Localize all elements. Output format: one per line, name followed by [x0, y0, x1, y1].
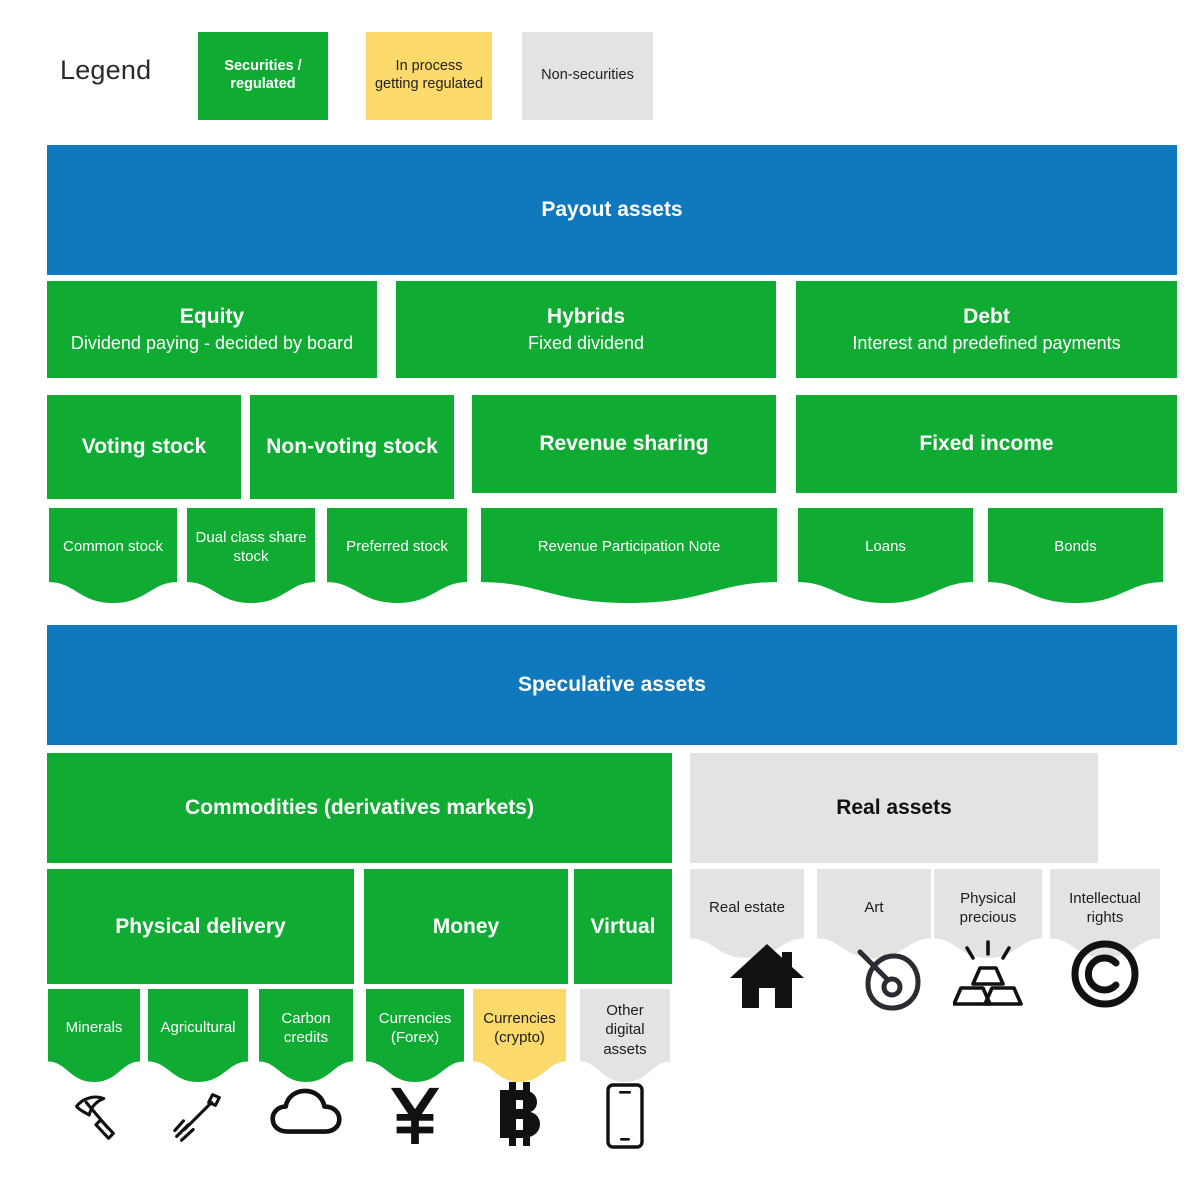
subcategory-title: Non-voting stock — [266, 435, 438, 458]
yen-icon — [366, 1082, 464, 1152]
leaf-dual-class-share-stock: Dual class share stock — [187, 508, 315, 603]
leaf-minerals: Minerals — [48, 989, 140, 1082]
leaf-label: Currencies (crypto) — [483, 1009, 556, 1046]
section-band-label: Speculative assets — [518, 673, 706, 696]
palette-icon — [832, 944, 946, 1014]
legend-title: Legend — [60, 55, 152, 85]
pitchfork-icon — [148, 1085, 248, 1155]
category-real-assets: Real assets — [690, 753, 1098, 863]
pickaxe-icon — [48, 1085, 140, 1155]
section-band-label: Payout assets — [541, 198, 683, 221]
subcategory-title: Money — [432, 914, 500, 938]
category-subtitle: Fixed dividend — [527, 332, 645, 353]
category-subtitle: Interest and predefined payments — [852, 332, 1121, 353]
leaf-loans: Loans — [798, 508, 973, 603]
legend: Legend Securities / regulated In process… — [0, 0, 1198, 135]
subcategory-title: Physical delivery — [115, 914, 286, 938]
leaf-carbon-credits: Carbon credits — [259, 989, 353, 1082]
category-title: Equity — [179, 304, 245, 328]
leaf-label: Currencies (Forex) — [378, 1009, 452, 1046]
subcategory-title: Virtual — [590, 914, 656, 938]
section-band-payout-assets: Payout assets — [47, 145, 1177, 275]
subcategory-title: Voting stock — [81, 435, 207, 458]
legend-swatch-non-securities: Non-securities — [522, 32, 653, 120]
subcategory-money: Money — [364, 869, 568, 984]
leaf-common-stock: Common stock — [49, 508, 177, 603]
leaf-revenue-participation-note: Revenue Participation Note — [481, 508, 777, 603]
subcategory-revenue-sharing: Revenue sharing — [472, 395, 776, 493]
leaf-label: Agricultural — [160, 1019, 236, 1037]
leaf-label: Bonds — [1054, 538, 1097, 556]
leaf-label: Real estate — [709, 899, 785, 917]
leaf-bonds: Bonds — [988, 508, 1163, 603]
category-title: Hybrids — [546, 304, 626, 328]
leaf-label: Art — [864, 899, 884, 917]
category-commodities: Commodities (derivatives markets) — [47, 753, 672, 863]
subcategory-virtual: Virtual — [574, 869, 672, 984]
subcategory-fixed-income: Fixed income — [796, 395, 1177, 493]
house-icon — [710, 942, 824, 1012]
category-debt: Debt Interest and predefined payments — [796, 281, 1177, 378]
leaf-other-digital-assets: Other digital assets — [580, 989, 670, 1082]
category-title: Commodities (derivatives markets) — [185, 795, 534, 819]
subcategory-physical-delivery: Physical delivery — [47, 869, 354, 984]
leaf-currencies-crypto: Currencies (crypto) — [473, 989, 566, 1082]
leaf-label: Physical precious — [959, 889, 1017, 926]
diagram-canvas: Legend Securities / regulated In process… — [0, 0, 1198, 1200]
category-equity: Equity Dividend paying - decided by boar… — [47, 281, 377, 378]
smartphone-icon — [580, 1082, 670, 1156]
leaf-label: Minerals — [65, 1019, 123, 1037]
leaf-label: Preferred stock — [346, 538, 448, 556]
subcategory-non-voting-stock: Non-voting stock — [250, 395, 454, 499]
leaf-label: Intellectual rights — [1069, 889, 1141, 926]
gold-bars-icon — [934, 940, 1042, 1010]
subcategory-voting-stock: Voting stock — [47, 395, 241, 499]
leaf-label: Other digital assets — [603, 1002, 647, 1058]
cloud-icon — [259, 1085, 353, 1155]
copyright-icon — [1050, 940, 1160, 1010]
category-title: Real assets — [836, 796, 952, 819]
legend-swatch-in-process: In process getting regulated — [366, 32, 492, 120]
leaf-label: Loans — [865, 538, 906, 556]
leaf-label: Carbon credits — [281, 1009, 331, 1046]
leaf-currencies-forex: Currencies (Forex) — [366, 989, 464, 1082]
leaf-preferred-stock: Preferred stock — [327, 508, 467, 603]
leaf-agricultural: Agricultural — [148, 989, 248, 1082]
category-title: Debt — [963, 304, 1010, 328]
leaf-label: Common stock — [62, 538, 164, 556]
category-subtitle: Dividend paying - decided by board — [70, 332, 354, 353]
category-hybrids: Hybrids Fixed dividend — [396, 281, 776, 378]
bitcoin-icon — [473, 1082, 566, 1152]
leaf-label: Dual class share stock — [195, 528, 307, 565]
subcategory-title: Fixed income — [919, 432, 1054, 455]
legend-swatch-securities: Securities / regulated — [198, 32, 328, 120]
leaf-label: Revenue Participation Note — [537, 538, 721, 556]
section-band-speculative-assets: Speculative assets — [47, 625, 1177, 745]
subcategory-title: Revenue sharing — [539, 432, 709, 455]
